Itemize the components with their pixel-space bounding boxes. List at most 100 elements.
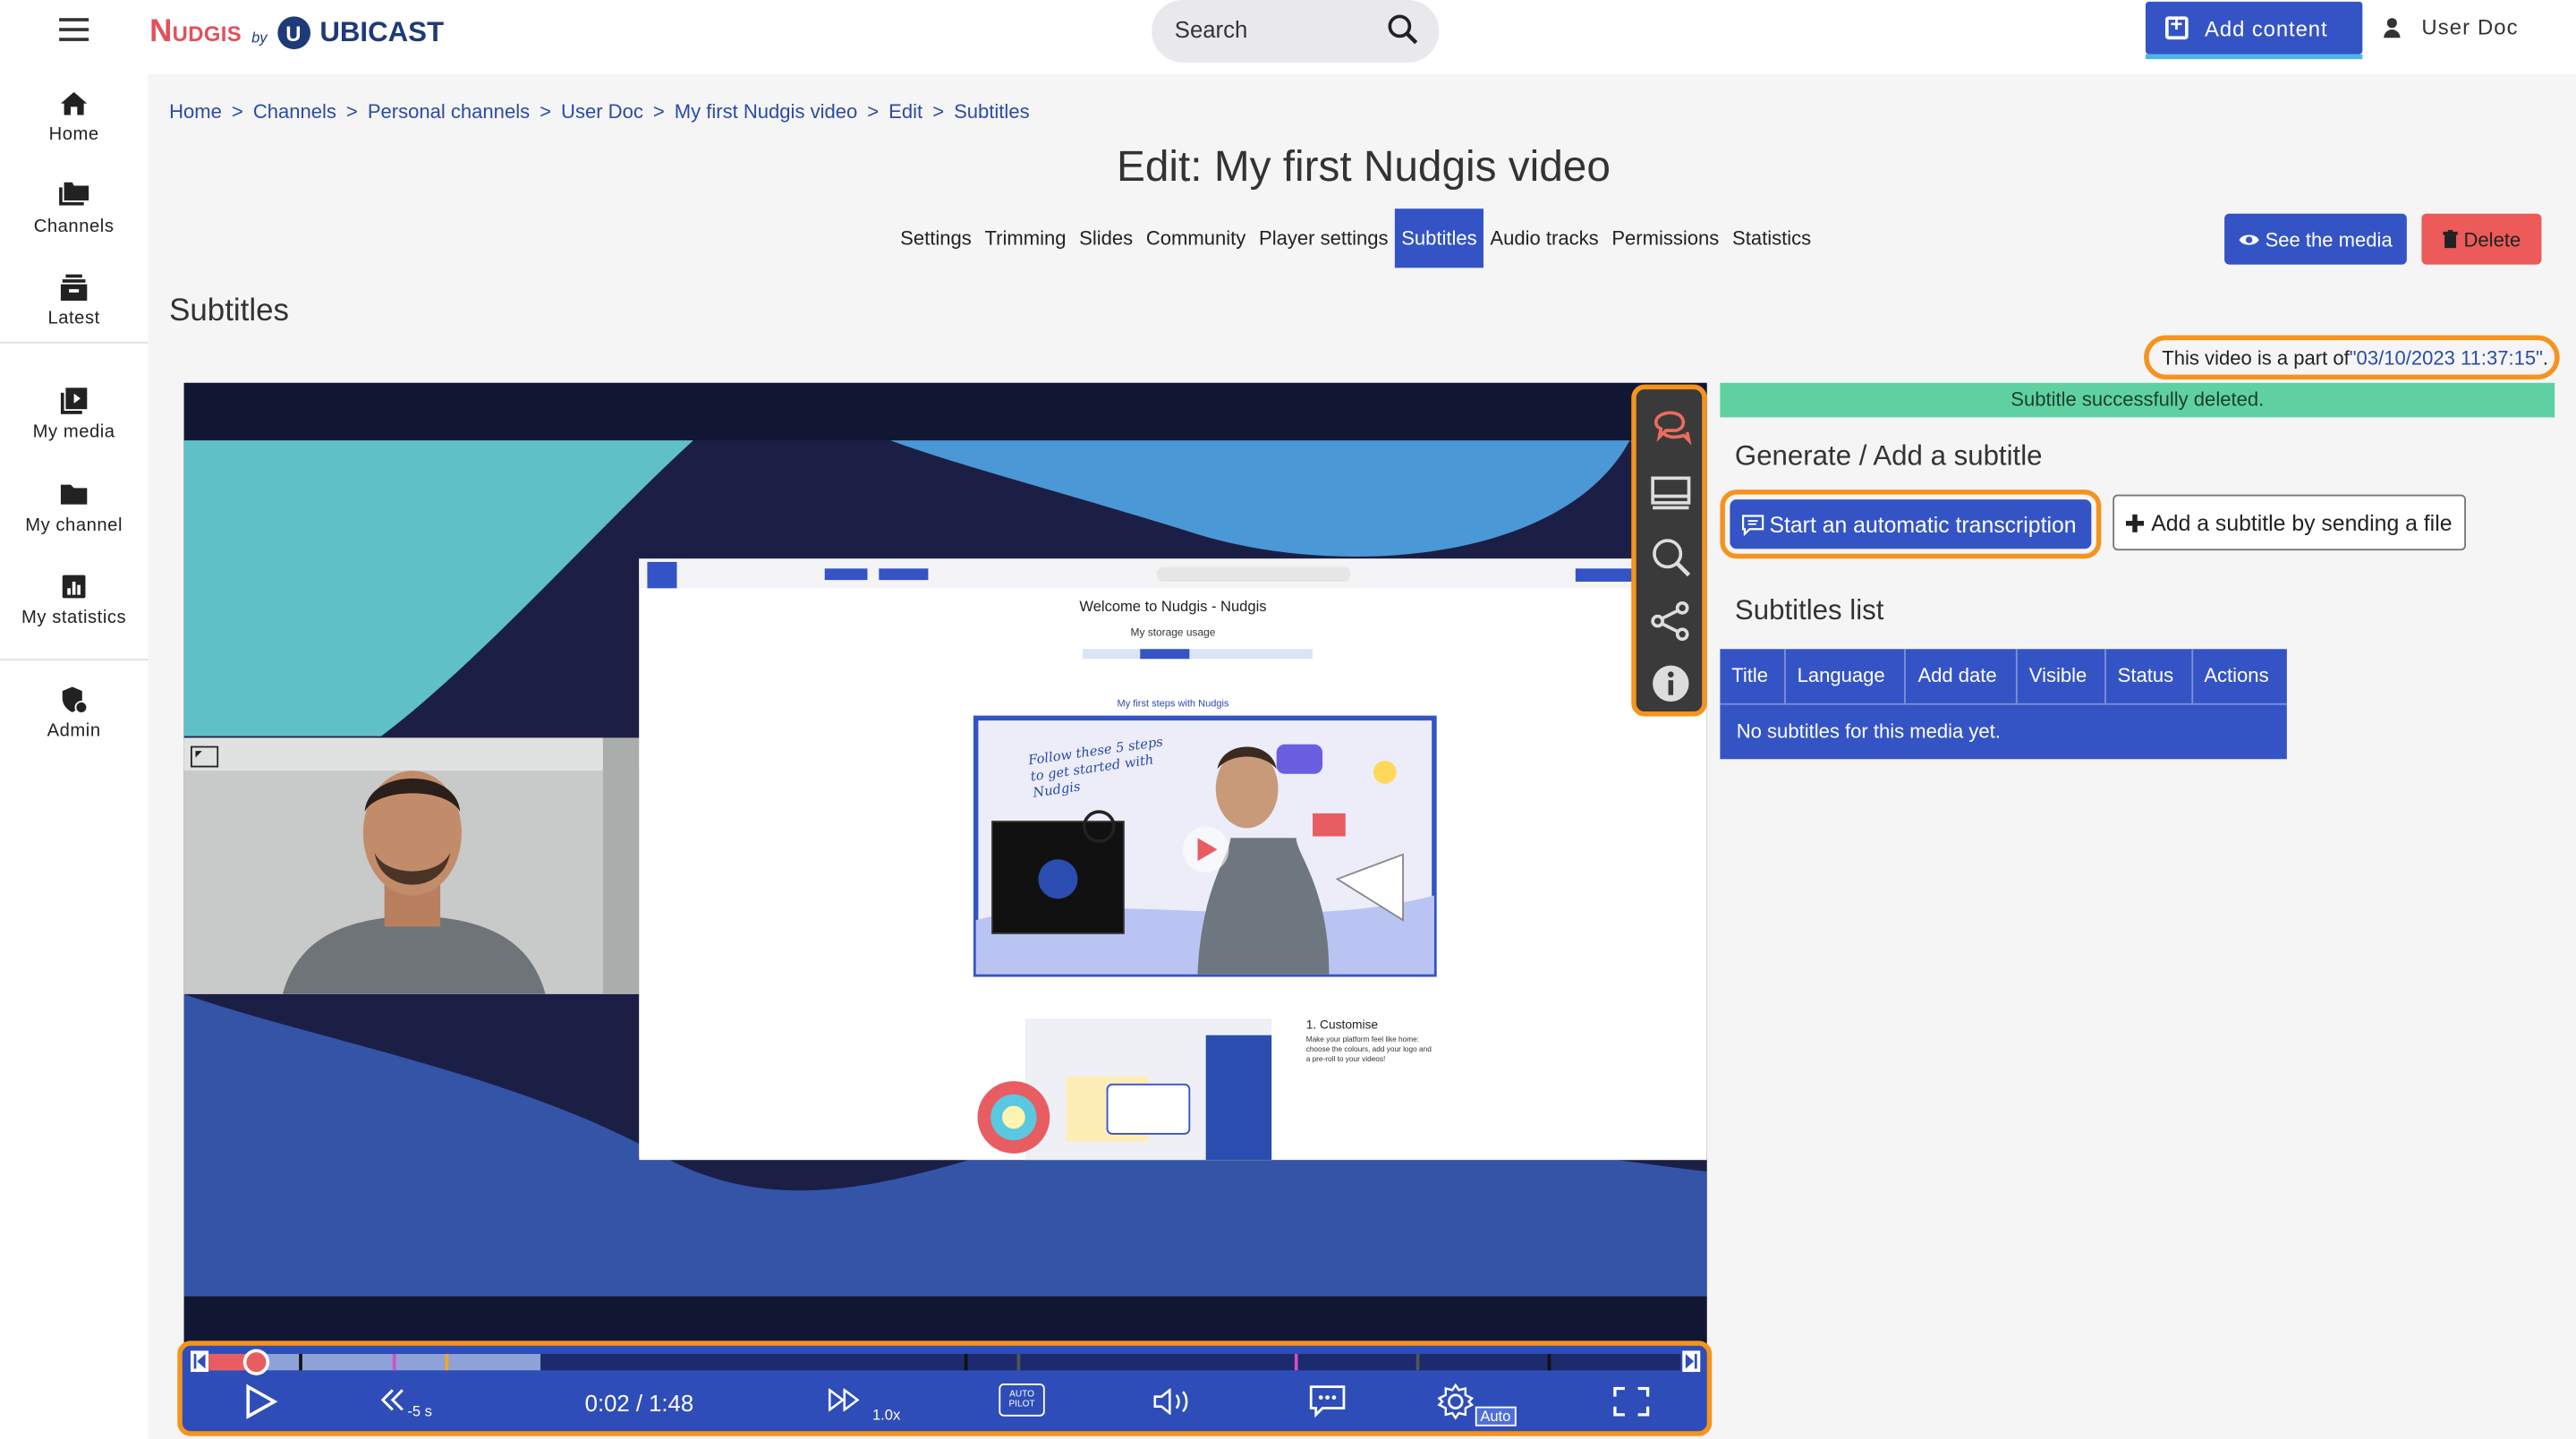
page-title: Edit: My first Nudgis video — [1117, 140, 1611, 191]
breadcrumb-edit[interactable]: Edit — [888, 100, 922, 123]
logo-brand: Nudgis — [149, 14, 242, 50]
subtitles-icon[interactable] — [1309, 1385, 1346, 1418]
subtitles-table: Title Language Add date Visible Status A… — [1720, 649, 2287, 760]
column-add-date: Add date — [1905, 649, 2018, 703]
plus-icon — [2126, 513, 2145, 532]
see-media-button[interactable]: See the media — [2224, 213, 2407, 265]
sidebar-item-home[interactable]: Home — [0, 89, 148, 145]
sidebar-divider — [0, 659, 149, 661]
media-icon — [60, 387, 88, 414]
sidebar-item-admin[interactable]: Admin — [0, 685, 148, 741]
search-in-media-icon[interactable] — [1649, 536, 1692, 579]
breadcrumb-personal-channels[interactable]: Personal channels — [368, 100, 530, 123]
progress-knob[interactable] — [242, 1349, 269, 1375]
auto-transcription-label: Start an automatic transcription — [1769, 511, 2077, 537]
sidebar-item-latest[interactable]: Latest — [0, 273, 148, 328]
breadcrumb: Home > Channels > Personal channels > Us… — [169, 100, 1029, 123]
fullscreen-icon[interactable] — [1613, 1386, 1650, 1417]
tab-slides[interactable]: Slides — [1073, 209, 1140, 268]
tab-player-settings[interactable]: Player settings — [1253, 209, 1395, 268]
hamburger-menu-icon[interactable] — [59, 18, 89, 41]
slide-title: Welcome to Nudgis - Nudgis — [1079, 598, 1267, 615]
subtitles-list-title: Subtitles list — [1734, 594, 1884, 626]
auto-transcription-button[interactable]: Start an automatic transcription — [1720, 490, 2102, 559]
sidebar-item-label: My statistics — [21, 608, 127, 628]
sidebar-item-label: Admin — [47, 721, 101, 742]
comments-icon[interactable] — [1649, 406, 1692, 449]
sidebar-item-my-channel[interactable]: My channel — [0, 480, 148, 536]
sidebar-item-my-statistics[interactable]: My statistics — [0, 572, 148, 627]
parent-media-link[interactable]: "03/10/2023 11:37:15" — [2350, 345, 2543, 369]
info-icon[interactable] — [1649, 662, 1692, 705]
volume-icon[interactable] — [1153, 1388, 1193, 1415]
breadcrumb-home[interactable]: Home — [169, 100, 222, 123]
delete-button[interactable]: Delete — [2421, 213, 2542, 265]
quality-badge[interactable]: Auto — [1475, 1406, 1516, 1426]
sidebar-item-label: My media — [32, 421, 115, 442]
tab-statistics[interactable]: Statistics — [1726, 209, 1818, 268]
search-icon[interactable] — [1387, 13, 1420, 47]
chapter-marker — [1294, 1353, 1298, 1371]
go-to-start-icon[interactable] — [190, 1350, 209, 1373]
search-placeholder: Search — [1174, 16, 1248, 43]
player-control-bar: -5 s 0:02 / 1:48 1.0x AUTO PILOT Auto — [177, 1341, 1713, 1436]
play-icon[interactable] — [245, 1384, 278, 1419]
breadcrumb-media[interactable]: My first Nudgis video — [675, 100, 857, 123]
tab-trimming[interactable]: Trimming — [978, 209, 1073, 268]
slide-screenshot — [639, 558, 1707, 1161]
progress-bar[interactable] — [208, 1349, 1681, 1375]
search-input[interactable]: Search — [1152, 0, 1440, 63]
autopilot-button[interactable]: AUTO PILOT — [999, 1383, 1045, 1417]
sidebar-item-label: My channel — [25, 515, 123, 536]
autopilot-label: AUTO PILOT — [1008, 1390, 1035, 1410]
chapter-marker — [445, 1353, 449, 1371]
tab-permissions[interactable]: Permissions — [1605, 209, 1726, 268]
eye-icon — [2239, 234, 2259, 244]
add-content-button[interactable]: Add content — [2145, 1, 2363, 55]
settings-gear-icon[interactable] — [1437, 1383, 1474, 1420]
tab-settings[interactable]: Settings — [894, 209, 978, 268]
user-menu[interactable]: User Doc — [2382, 15, 2518, 39]
breadcrumb-separator: > — [231, 100, 243, 123]
table-header-row: Title Language Add date Visible Status A… — [1720, 649, 2286, 703]
video-part-notice: This video is a part of "03/10/2023 11:3… — [2144, 335, 2560, 380]
chapter-marker — [1547, 1353, 1552, 1371]
admin-shield-icon — [62, 686, 89, 714]
sidebar: Home Channels Latest My media My channel… — [0, 65, 149, 1439]
section-title: Subtitles — [169, 294, 289, 329]
column-language: Language — [1784, 649, 1907, 703]
add-subtitle-file-label: Add a subtitle by sending a file — [2151, 510, 2453, 535]
tab-subtitles[interactable]: Subtitles — [1394, 209, 1484, 268]
rewind-icon[interactable] — [380, 1389, 404, 1412]
nudgis-logo[interactable]: Nudgis by U UBICAST — [149, 13, 444, 53]
playback-speed-icon[interactable] — [828, 1388, 863, 1412]
tab-audio-tracks[interactable]: Audio tracks — [1484, 209, 1605, 268]
breadcrumb-subtitles[interactable]: Subtitles — [954, 100, 1030, 123]
breadcrumb-channels[interactable]: Channels — [253, 100, 336, 123]
latest-icon — [60, 274, 88, 302]
slide-view: Welcome to Nudgis - Nudgis My storage us… — [639, 558, 1707, 1161]
layout-icon[interactable] — [1649, 472, 1692, 515]
auto-transcription-button-inner[interactable]: Start an automatic transcription — [1730, 499, 2092, 549]
share-icon[interactable] — [1649, 600, 1692, 643]
chapter-marker — [1416, 1353, 1420, 1371]
stats-icon — [62, 575, 86, 599]
delete-label: Delete — [2463, 227, 2521, 251]
logo-by: by — [251, 30, 268, 47]
column-status: Status — [2104, 649, 2193, 703]
tab-community[interactable]: Community — [1140, 209, 1253, 268]
sidebar-item-my-media[interactable]: My media — [0, 386, 148, 442]
table-row: No subtitles for this media yet. — [1720, 702, 2287, 760]
column-visible: Visible — [2017, 649, 2106, 703]
swap-layout-icon[interactable] — [190, 745, 219, 768]
home-icon — [60, 91, 88, 115]
breadcrumb-user-doc[interactable]: User Doc — [561, 100, 643, 123]
video-player[interactable]: Welcome to Nudgis - Nudgis My storage us… — [183, 382, 1707, 1346]
chat-icon — [1742, 514, 1764, 535]
go-to-end-icon[interactable] — [1682, 1350, 1701, 1373]
add-subtitle-file-button[interactable]: Add a subtitle by sending a file — [2113, 494, 2466, 551]
generate-title: Generate / Add a subtitle — [1734, 440, 2043, 472]
slide-steps-link: My first steps with Nudgis — [1117, 700, 1229, 711]
presenter-video — [183, 737, 640, 994]
breadcrumb-separator: > — [540, 100, 552, 123]
